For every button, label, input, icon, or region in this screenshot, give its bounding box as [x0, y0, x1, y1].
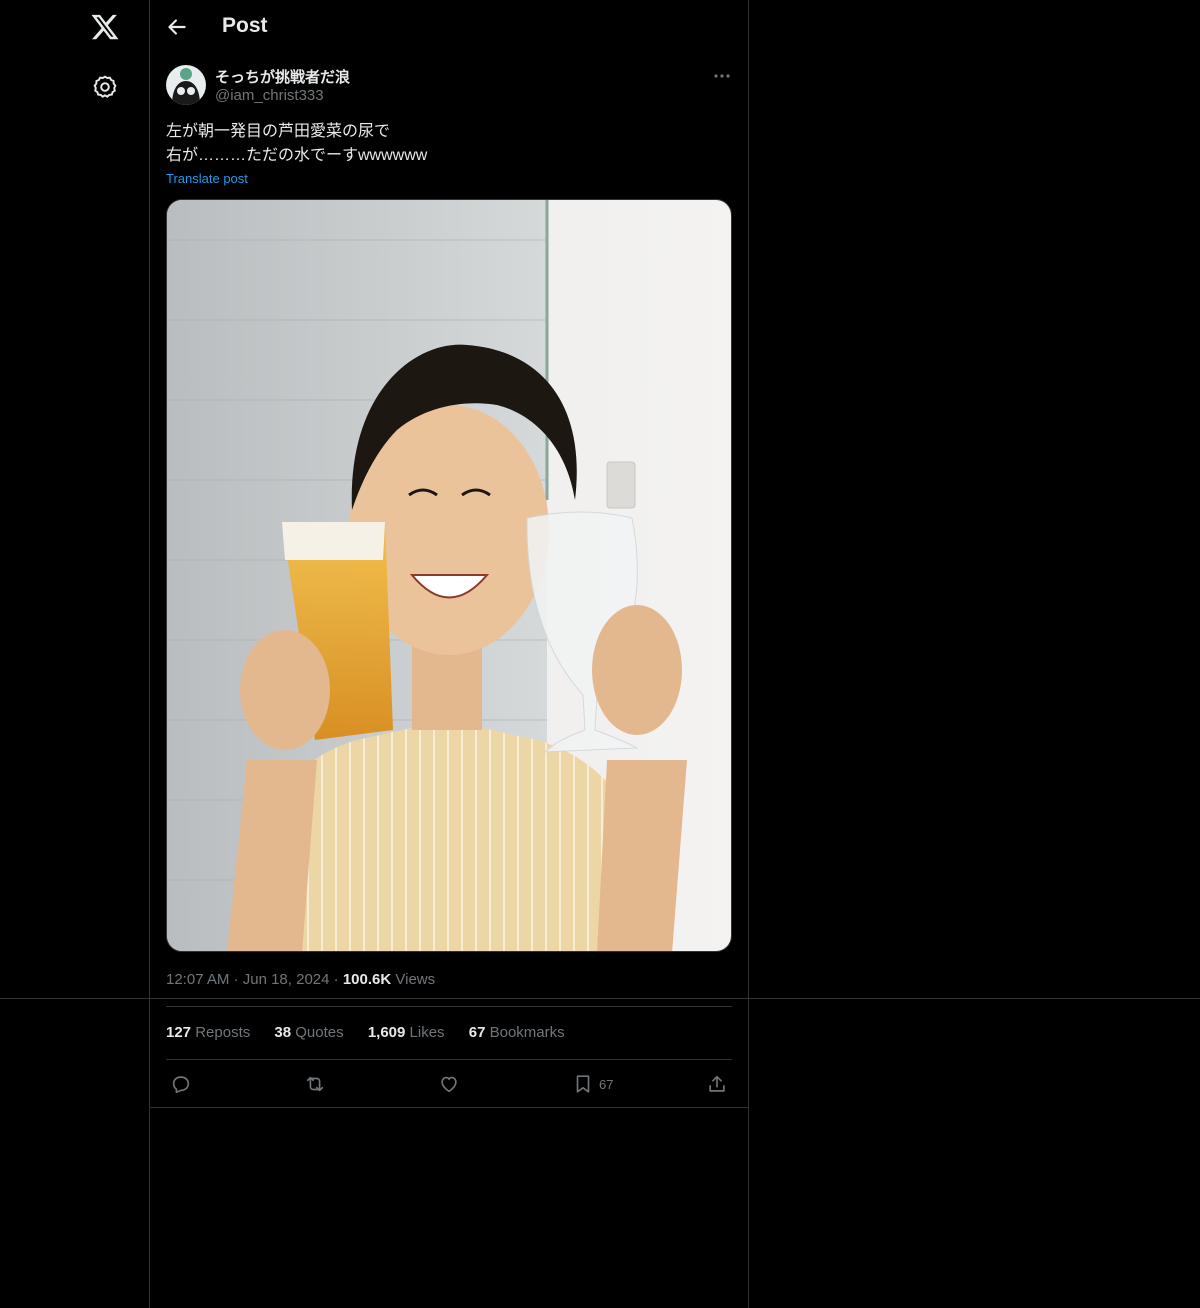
quotes-label: Quotes	[295, 1024, 344, 1041]
meta-separator: ·	[233, 971, 243, 988]
x-logo-icon[interactable]	[90, 12, 120, 42]
divider	[748, 0, 749, 1308]
reposts-count: 127	[166, 1024, 192, 1041]
likes-label: Likes	[409, 1024, 445, 1041]
reply-button[interactable]	[170, 1070, 192, 1098]
like-button[interactable]	[438, 1070, 460, 1098]
divider	[166, 1059, 732, 1060]
post-image[interactable]	[166, 199, 732, 952]
bookmark-icon	[576, 1075, 590, 1093]
bookmarks-label: Bookmarks	[489, 1024, 565, 1041]
post-meta: 12:07 AM · Jun 18, 2024 · 100.6K Views	[166, 971, 435, 988]
reply-icon	[172, 1076, 190, 1094]
post-column: Post そっちが挑戦者だ浪 @iam_christ333 左が朝一発目の芦田愛…	[150, 0, 748, 1308]
views-count: 100.6K	[342, 971, 392, 988]
reposts-label: Reposts	[195, 1024, 251, 1041]
likes-stat[interactable]: 1,609 Likes	[368, 1024, 445, 1041]
quotes-stat[interactable]: 38 Quotes	[274, 1024, 343, 1041]
post-text: 左が朝一発目の芦田愛菜の尿で 右が………ただの水でーすwwwwww	[166, 120, 427, 168]
page-title: Post	[222, 14, 268, 37]
avatar[interactable]	[166, 65, 206, 105]
left-nav	[0, 0, 149, 1308]
action-bar: 67	[150, 1070, 748, 1098]
bookmarks-count: 67	[468, 1024, 486, 1041]
display-name[interactable]: そっちが挑戦者だ浪	[215, 66, 350, 87]
bookmark-count: 67	[599, 1076, 614, 1092]
post-text-line: 左が朝一発目の芦田愛菜の尿で	[166, 123, 391, 140]
translate-link[interactable]: Translate post	[166, 171, 248, 186]
repost-icon	[306, 1076, 324, 1092]
meta-separator: ·	[333, 971, 343, 988]
post-date[interactable]: Jun 18, 2024	[243, 971, 330, 988]
like-icon	[441, 1076, 457, 1093]
divider	[166, 1006, 732, 1007]
post-text-line: 右が………ただの水でーすwwwwww	[166, 147, 428, 164]
back-arrow-icon[interactable]	[164, 14, 190, 40]
settings-icon[interactable]	[92, 74, 118, 100]
post-time[interactable]: 12:07 AM	[166, 971, 229, 988]
share-button[interactable]	[706, 1070, 728, 1098]
likes-count: 1,609	[367, 1024, 406, 1041]
reposts-stat[interactable]: 127 Reposts	[166, 1024, 250, 1041]
more-icon[interactable]	[710, 66, 734, 86]
quotes-count: 38	[274, 1024, 292, 1041]
post-stats: 127 Reposts 38 Quotes 1,609 Likes 67 Boo…	[166, 1024, 585, 1041]
bookmark-button[interactable]: 67	[572, 1070, 613, 1098]
repost-button[interactable]	[304, 1070, 326, 1098]
user-handle[interactable]: @iam_christ333	[215, 87, 324, 104]
views-label: Views	[395, 971, 436, 988]
divider	[150, 1107, 748, 1108]
share-icon	[709, 1075, 725, 1092]
bookmarks-stat[interactable]: 67 Bookmarks	[469, 1024, 565, 1041]
page-header: Post	[150, 0, 748, 54]
